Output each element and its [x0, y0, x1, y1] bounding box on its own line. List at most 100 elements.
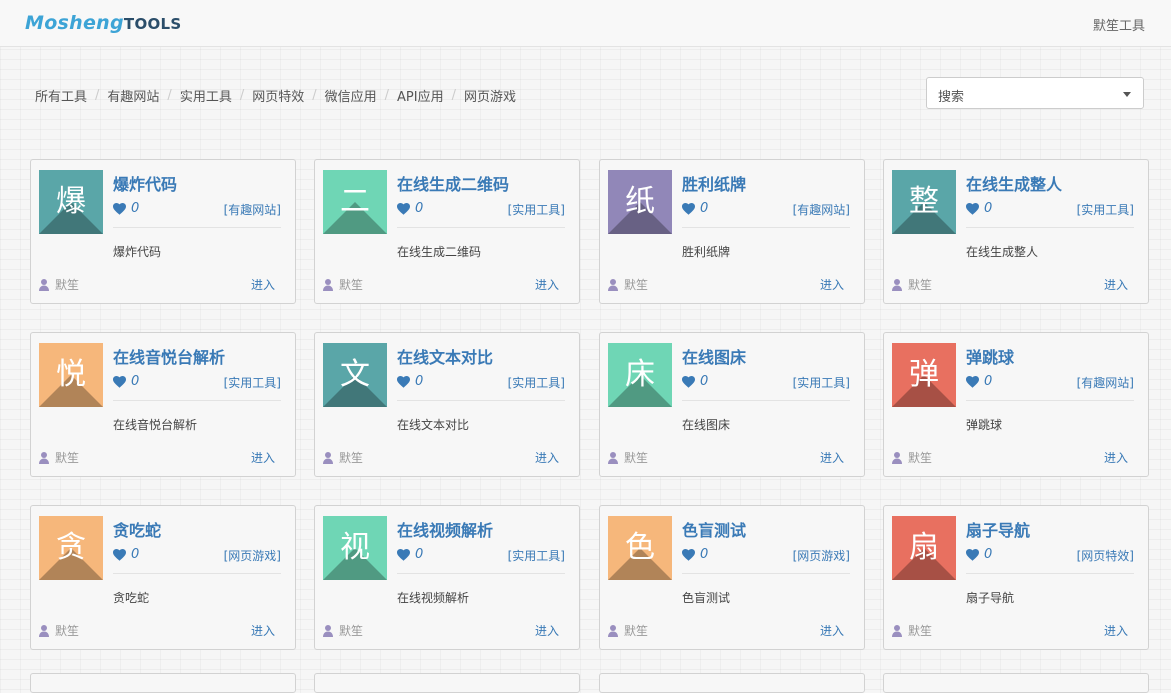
- tool-thumbnail-char: 贪: [56, 530, 86, 565]
- category-web-effects[interactable]: 网页特效: [252, 86, 304, 105]
- enter-link[interactable]: 进入: [820, 276, 844, 293]
- tool-thumbnail[interactable]: 弹: [892, 343, 956, 407]
- like-count[interactable]: 0: [966, 547, 992, 562]
- tool-thumbnail[interactable]: 床: [608, 343, 672, 407]
- category-tag[interactable]: [实用工具]: [508, 374, 565, 391]
- tool-card[interactable]: 纸胜利纸牌 0 [有趣网站] 胜利纸牌 默笙 进入: [599, 159, 865, 304]
- tool-title-link[interactable]: 贪吃蛇: [113, 517, 161, 541]
- category-wechat-apps[interactable]: 微信应用: [325, 86, 377, 105]
- tool-description: 在线音悦台解析: [113, 418, 198, 432]
- tool-title-link[interactable]: 扇子导航: [966, 517, 1030, 541]
- heart-icon: [966, 375, 984, 388]
- tool-thumbnail[interactable]: 扇: [892, 516, 956, 580]
- card-divider: [397, 400, 565, 401]
- tool-card[interactable]: 视在线视频解析 0 [实用工具] 在线视频解析 默笙 进入: [314, 505, 580, 650]
- category-tag[interactable]: [实用工具]: [224, 374, 281, 391]
- tool-thumbnail[interactable]: 纸: [608, 170, 672, 234]
- like-count[interactable]: 0: [397, 201, 423, 216]
- tool-card[interactable]: 文在线文本对比 0 [实用工具] 在线文本对比 默笙 进入: [314, 332, 580, 477]
- tool-card[interactable]: 床在线图床 0 [实用工具] 在线图床 默笙 进入: [599, 332, 865, 477]
- tool-thumbnail[interactable]: 色: [608, 516, 672, 580]
- tool-thumbnail[interactable]: 视: [323, 516, 387, 580]
- tool-title-link[interactable]: 在线音悦台解析: [113, 344, 225, 368]
- nav-user-link[interactable]: 默笙工具: [1093, 15, 1145, 34]
- category-tag[interactable]: [有趣网站]: [224, 201, 281, 218]
- category-utilities[interactable]: 实用工具: [180, 86, 232, 105]
- tool-card[interactable]: 二在线生成二维码 0 [实用工具] 在线生成二维码 默笙 进入: [314, 159, 580, 304]
- enter-link[interactable]: 进入: [251, 622, 275, 639]
- heart-icon: [966, 202, 984, 215]
- enter-link[interactable]: 进入: [535, 622, 559, 639]
- enter-link[interactable]: 进入: [251, 276, 275, 293]
- category-tag[interactable]: [网页游戏]: [224, 547, 281, 564]
- enter-link[interactable]: 进入: [535, 449, 559, 466]
- tool-thumbnail-char: 文: [340, 357, 370, 392]
- tool-card[interactable]: 爆爆炸代码 0 [有趣网站] 爆炸代码 默笙 进入: [30, 159, 296, 304]
- category-tag[interactable]: [有趣网站]: [1077, 374, 1134, 391]
- tool-thumbnail[interactable]: 爆: [39, 170, 103, 234]
- like-count[interactable]: 0: [966, 374, 992, 389]
- category-tag[interactable]: [实用工具]: [1077, 201, 1134, 218]
- tool-thumbnail[interactable]: 悦: [39, 343, 103, 407]
- tool-thumbnail[interactable]: 二: [323, 170, 387, 234]
- like-count[interactable]: 0: [397, 374, 423, 389]
- user-icon: [39, 451, 55, 464]
- search-select[interactable]: 搜索: [926, 77, 1144, 109]
- author-name: 默笙: [624, 278, 649, 292]
- category-api-apps[interactable]: API应用: [397, 86, 444, 105]
- tool-card[interactable]: 整在线生成整人 0 [实用工具] 在线生成整人 默笙 进入: [883, 159, 1149, 304]
- enter-link[interactable]: 进入: [820, 449, 844, 466]
- tool-title-link[interactable]: 色盲测试: [682, 517, 746, 541]
- like-count[interactable]: 0: [682, 374, 708, 389]
- like-count[interactable]: 0: [113, 547, 139, 562]
- site-logo[interactable]: MoshengTOOLS: [25, 12, 182, 35]
- tool-author: 默笙: [892, 449, 932, 466]
- like-count[interactable]: 0: [682, 547, 708, 562]
- enter-link[interactable]: 进入: [1104, 449, 1128, 466]
- tool-thumbnail[interactable]: 文: [323, 343, 387, 407]
- heart-icon: [397, 202, 415, 215]
- enter-link[interactable]: 进入: [1104, 276, 1128, 293]
- tool-title-link[interactable]: 在线生成整人: [966, 171, 1062, 195]
- tool-thumbnail[interactable]: 整: [892, 170, 956, 234]
- enter-link[interactable]: 进入: [1104, 622, 1128, 639]
- like-count[interactable]: 0: [397, 547, 423, 562]
- author-name: 默笙: [339, 278, 364, 292]
- tool-title-link[interactable]: 弹跳球: [966, 344, 1014, 368]
- like-count-value: 0: [700, 547, 709, 562]
- tool-card[interactable]: 扇扇子导航 0 [网页特效] 扇子导航 默笙 进入: [883, 505, 1149, 650]
- like-count[interactable]: 0: [113, 201, 139, 216]
- category-tag[interactable]: [网页游戏]: [793, 547, 850, 564]
- card-divider: [113, 400, 281, 401]
- card-divider: [682, 573, 850, 574]
- tool-title-link[interactable]: 在线生成二维码: [397, 171, 509, 195]
- category-tag[interactable]: [网页特效]: [1077, 547, 1134, 564]
- heart-icon: [113, 202, 131, 215]
- enter-link[interactable]: 进入: [535, 276, 559, 293]
- tool-card[interactable]: 悦在线音悦台解析 0 [实用工具] 在线音悦台解析 默笙 进入: [30, 332, 296, 477]
- tool-card[interactable]: 贪贪吃蛇 0 [网页游戏] 贪吃蛇 默笙 进入: [30, 505, 296, 650]
- category-tag[interactable]: [实用工具]: [508, 547, 565, 564]
- tool-card[interactable]: 色色盲测试 0 [网页游戏] 色盲测试 默笙 进入: [599, 505, 865, 650]
- category-tag[interactable]: [实用工具]: [793, 374, 850, 391]
- category-tag[interactable]: [有趣网站]: [793, 201, 850, 218]
- tool-title-link[interactable]: 在线视频解析: [397, 517, 493, 541]
- category-fun-sites[interactable]: 有趣网站: [107, 86, 159, 105]
- tool-title-link[interactable]: 胜利纸牌: [682, 171, 746, 195]
- tool-title-link[interactable]: 在线图床: [682, 344, 746, 368]
- like-count-value: 0: [700, 374, 709, 389]
- tool-card[interactable]: 弹弹跳球 0 [有趣网站] 弹跳球 默笙 进入: [883, 332, 1149, 477]
- category-all[interactable]: 所有工具: [35, 86, 87, 105]
- like-count[interactable]: 0: [682, 201, 708, 216]
- tool-thumbnail-char: 悦: [56, 357, 86, 392]
- tool-thumbnail[interactable]: 贪: [39, 516, 103, 580]
- tool-title-link[interactable]: 在线文本对比: [397, 344, 493, 368]
- enter-link[interactable]: 进入: [820, 622, 844, 639]
- category-tag[interactable]: [实用工具]: [508, 201, 565, 218]
- enter-link[interactable]: 进入: [251, 449, 275, 466]
- category-web-games[interactable]: 网页游戏: [464, 86, 516, 105]
- user-icon: [39, 278, 55, 291]
- tool-title-link[interactable]: 爆炸代码: [113, 171, 177, 195]
- like-count[interactable]: 0: [113, 374, 139, 389]
- like-count[interactable]: 0: [966, 201, 992, 216]
